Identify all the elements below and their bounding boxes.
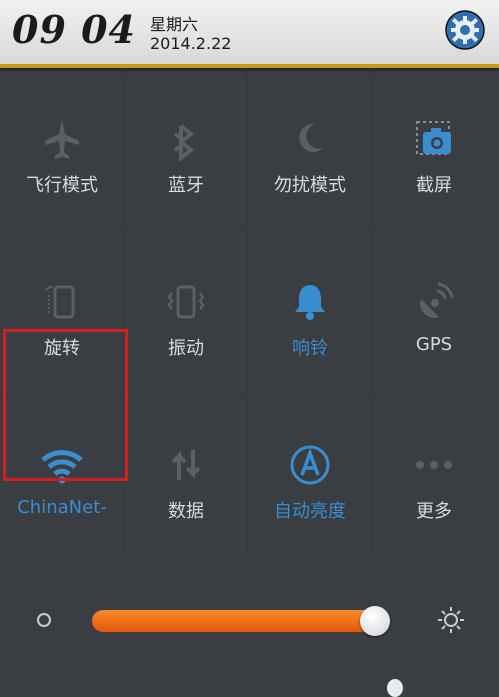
- gps-label: GPS: [415, 334, 453, 355]
- do-not-disturb-label: 勿扰模式: [274, 175, 346, 196]
- moon-icon: [299, 123, 323, 152]
- screenshot-label: 截屏: [416, 175, 452, 196]
- data-arrows-icon: [171, 450, 201, 480]
- toggle-bluetooth[interactable]: 蓝牙: [124, 68, 248, 231]
- toggle-ring[interactable]: 响铃: [248, 231, 372, 394]
- status-header: 09 04 星期六 2014.2.22: [0, 0, 499, 68]
- auto-brightness-label: 自动亮度: [274, 501, 346, 522]
- toggle-gps[interactable]: GPS: [372, 231, 496, 394]
- clock-time: 09 04: [12, 7, 136, 52]
- date-label: 2014.2.22: [150, 34, 232, 53]
- airplane-mode-label: 飞行模式: [26, 175, 98, 196]
- more-dots-icon: [416, 461, 452, 469]
- sun-icon: [438, 607, 464, 633]
- brightness-slider-track[interactable]: [92, 610, 390, 632]
- brightness-slider-thumb[interactable]: [360, 606, 391, 636]
- toggle-do-not-disturb[interactable]: 勿扰模式: [248, 68, 372, 231]
- panel-drag-handle[interactable]: [387, 679, 403, 697]
- bluetooth-icon: [173, 124, 195, 163]
- toggle-airplane-mode[interactable]: 飞行模式: [0, 68, 124, 231]
- gear-icon: [445, 10, 485, 50]
- dim-brightness-icon: [37, 613, 51, 627]
- toggle-mobile-data[interactable]: 数据: [124, 394, 248, 557]
- weekday-label: 星期六: [150, 15, 199, 34]
- auto-brightness-icon: [290, 445, 330, 485]
- airplane-icon: [45, 120, 79, 159]
- toggle-more[interactable]: 更多: [372, 394, 496, 557]
- wifi-highlight-frame: [3, 329, 128, 481]
- settings-gear-button[interactable]: [445, 10, 485, 50]
- rotate-phone-icon: [45, 285, 75, 319]
- toggle-vibrate[interactable]: 振动: [124, 231, 248, 394]
- wifi-network-label: ChinaNet-: [17, 497, 107, 518]
- quick-settings-grid: 飞行模式 蓝牙 勿扰模式 截屏 旋转 振动 响铃 GPS ChinaNet- 数…: [0, 68, 499, 558]
- more-label: 更多: [416, 501, 452, 522]
- screenshot-camera-icon: [416, 121, 451, 155]
- mobile-data-label: 数据: [168, 501, 204, 522]
- vibrate-label: 振动: [168, 338, 204, 359]
- vibrate-icon: [167, 285, 205, 319]
- gps-satellite-icon: [420, 282, 454, 318]
- toggle-auto-brightness[interactable]: 自动亮度: [248, 394, 372, 557]
- toggle-screenshot[interactable]: 截屏: [372, 68, 496, 231]
- brightness-bar: [0, 575, 499, 697]
- bell-icon: [295, 285, 325, 320]
- bluetooth-label: 蓝牙: [168, 175, 204, 196]
- ring-label: 响铃: [292, 338, 328, 359]
